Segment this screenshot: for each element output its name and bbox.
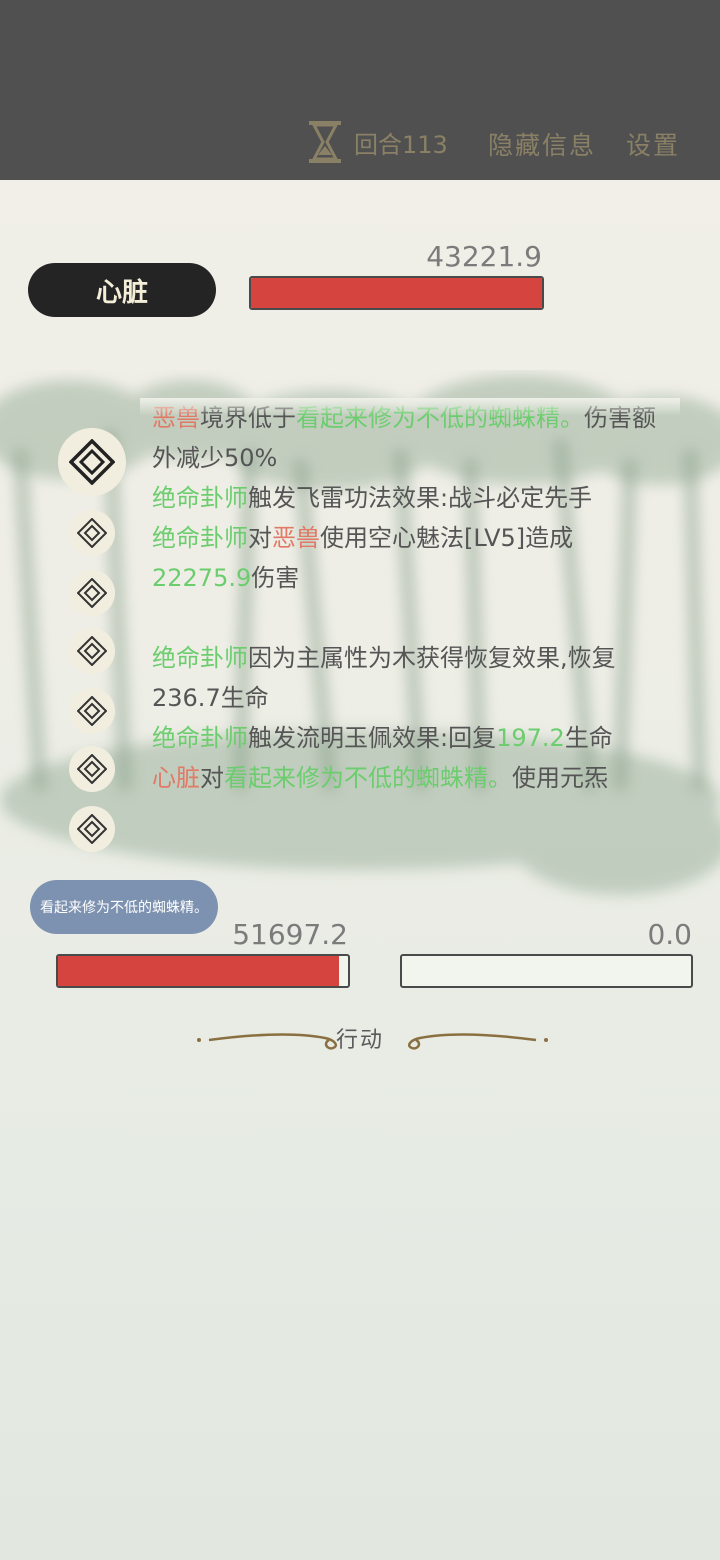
log-line: 绝命卦师触发飞雷功法效果:战斗必定先手 <box>152 478 672 518</box>
player-mp-value: 0.0 <box>647 918 692 951</box>
log-segment: 心脏 <box>152 764 200 792</box>
player-mp-bar <box>400 954 693 988</box>
diamond-icon <box>69 570 115 616</box>
log-segment: 触发流明玉佩效果:回复 <box>248 724 497 752</box>
round-indicator: 回合113 <box>306 118 448 166</box>
enemy-hp-fill <box>251 278 542 308</box>
log-segment: 197.2 <box>496 724 565 752</box>
log-segment: 使用空心魅法[LV5]造成 <box>320 524 574 552</box>
diamond-icon <box>69 746 115 792</box>
hide-info-button[interactable]: 隐藏信息 <box>488 126 596 162</box>
player-hp-bar <box>56 954 350 988</box>
log-segment: 对 <box>200 764 224 792</box>
diamond-icon <box>69 628 115 674</box>
log-line: 心脏对看起来修为不低的蜘蛛精。使用元炁 <box>152 758 672 798</box>
log-segment: 恶兽 <box>272 524 320 552</box>
log-segment: 伤害 <box>251 564 300 592</box>
player-hp-fill <box>58 956 340 986</box>
log-segment: 看起来修为不低的蜘蛛精。 <box>224 764 512 792</box>
log-line: 绝命卦师触发流明玉佩效果:回复197.2生命 <box>152 718 672 758</box>
hourglass-icon <box>309 121 341 163</box>
log-segment <box>152 604 160 632</box>
enemy-name-tag[interactable]: 心脏 <box>28 263 216 317</box>
log-segment: 使用元炁 <box>512 764 608 792</box>
log-line: 绝命卦师对恶兽使用空心魅法[LV5]造成 22275.9伤害 <box>152 518 672 598</box>
log-segment: 绝命卦师 <box>152 644 248 672</box>
log-segment: 22275.9 <box>152 564 252 592</box>
enemy-hp-bar <box>249 276 544 310</box>
log-segment: 对 <box>248 524 272 552</box>
diamond-icon <box>69 806 115 852</box>
log-segment: 触发飞雷功法效果:战斗必定先手 <box>248 484 593 512</box>
log-line: 绝命卦师因为主属性为木获得恢复效果,恢复236.7生命 <box>152 638 672 718</box>
settings-button[interactable]: 设置 <box>626 126 680 162</box>
enemy-hp-value: 43221.9 <box>426 240 542 273</box>
top-bar: 回合113 隐藏信息 设置 <box>0 0 720 180</box>
log-segment: 绝命卦师 <box>152 724 248 752</box>
log-segment: 生命 <box>564 724 613 752</box>
log-segment: 绝命卦师 <box>152 484 248 512</box>
diamond-icon <box>69 688 115 734</box>
battle-log[interactable]: 恶兽境界低于看起来修为不低的蜘蛛精。伤害额外减少50% 绝命卦师触发飞雷功法效果:… <box>152 398 672 828</box>
action-section-title: 行动 <box>335 1028 384 1053</box>
log-segment: 绝命卦师 <box>152 524 248 552</box>
diamond-icon <box>69 510 115 556</box>
diamond-icon <box>58 428 126 496</box>
player-hp-value: 51697.2 <box>232 918 348 951</box>
round-label: 回合113 <box>354 130 448 159</box>
battle-log-fade <box>140 398 680 416</box>
log-line <box>152 598 672 638</box>
